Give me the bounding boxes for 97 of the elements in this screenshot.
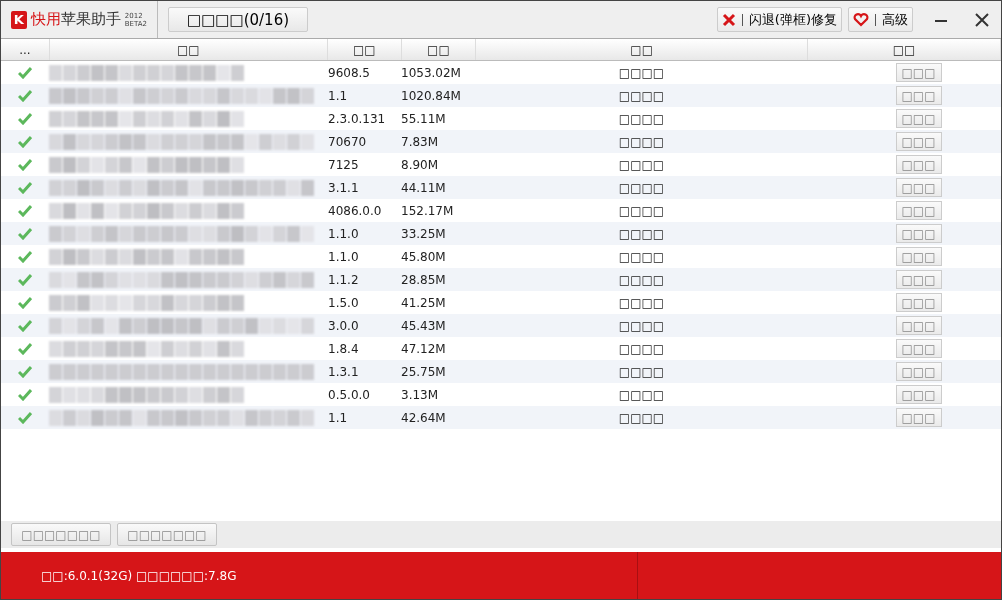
size-cell-text: 152.17M [401, 203, 455, 218]
size-cell-text: 3.13M [401, 387, 440, 402]
status-cell-text: □□□□ [617, 157, 666, 172]
check-icon[interactable] [18, 342, 32, 355]
repair-button[interactable]: 闪退(弹框)修复 [716, 7, 842, 32]
check-icon[interactable] [18, 89, 32, 102]
action-button[interactable]: □□□ [895, 109, 942, 128]
status-cell-text: □□□□ [617, 111, 666, 126]
check-icon[interactable] [18, 411, 32, 424]
action-button[interactable]: □□□ [895, 270, 942, 289]
action-button[interactable]: □□□ [895, 408, 942, 427]
action-button[interactable]: □□□ [895, 362, 942, 381]
size-cell-text: 41.25M [401, 295, 447, 310]
size-cell-text: 25.75M [401, 364, 447, 379]
column-header[interactable]: □□ [328, 39, 402, 60]
version-cell-text: 1.5.0 [328, 295, 360, 310]
status-cell-text: □□□□ [617, 249, 666, 264]
size-cell-text: 44.11M [401, 180, 447, 195]
size-cell-text: 47.12M [401, 341, 447, 356]
status-cell-text: □□□□ [617, 387, 666, 402]
version-cell-text: 1.1.2 [328, 272, 360, 287]
check-icon[interactable] [18, 112, 32, 125]
toolbar-button[interactable]: □□□□□□□ [11, 523, 111, 546]
check-icon[interactable] [18, 204, 32, 217]
version-cell-text: 1.1.0 [328, 249, 360, 264]
size-cell-text: 33.25M [401, 226, 447, 241]
version-cell-text: 1.1 [328, 88, 349, 103]
version-cell-text: 1.8.4 [328, 341, 360, 356]
version-cell-text: 3.1.1 [328, 180, 360, 195]
app-logo: K [11, 10, 27, 29]
check-icon[interactable] [18, 273, 32, 286]
check-icon[interactable] [18, 181, 32, 194]
column-header[interactable]: ... [1, 39, 50, 60]
column-header[interactable]: □□ [49, 39, 329, 60]
column-header[interactable]: □□ [401, 39, 477, 60]
size-cell-text: 1053.02M [401, 65, 462, 80]
size-cell-text: 45.80M [401, 249, 447, 264]
heart-icon [853, 12, 869, 27]
action-button[interactable]: □□□ [895, 385, 942, 404]
status-cell-text: □□□□ [617, 272, 666, 287]
size-cell-text: 45.43M [401, 318, 447, 333]
version-cell-text: 4086.0.0 [328, 203, 383, 218]
version-cell-text: 1.1 [328, 410, 349, 425]
action-button[interactable]: □□□ [895, 293, 942, 312]
advanced-button[interactable]: 高级 [848, 7, 913, 32]
column-header[interactable]: □□ [808, 39, 1001, 60]
status-cell-text: □□□□ [617, 318, 666, 333]
check-icon[interactable] [18, 296, 32, 309]
check-icon[interactable] [18, 365, 32, 378]
action-button[interactable]: □□□ [895, 201, 942, 220]
status-cell-text: □□□□ [617, 364, 666, 379]
action-button[interactable]: □□□ [895, 155, 942, 174]
size-cell-text: 55.11M [401, 111, 447, 126]
version-cell-text: 3.0.0 [328, 318, 360, 333]
action-button[interactable]: □□□ [895, 316, 942, 335]
version-cell-text: 9608.5 [328, 65, 371, 80]
status-cell-text: □□□□ [617, 410, 666, 425]
status-cell-text: □□□□ [617, 226, 666, 241]
action-button[interactable]: □□□ [895, 86, 942, 105]
action-button[interactable]: □□□ [895, 132, 942, 151]
check-icon[interactable] [18, 388, 32, 401]
action-button[interactable]: □□□ [895, 178, 942, 197]
check-icon[interactable] [18, 158, 32, 171]
close-icon[interactable] [974, 11, 990, 28]
version-cell-text: 70670 [328, 134, 368, 149]
status-cell-text: □□□□ [617, 65, 666, 80]
check-icon[interactable] [18, 227, 32, 240]
check-icon[interactable] [18, 66, 32, 79]
version-cell-text: 1.1.0 [328, 226, 360, 241]
check-icon[interactable] [18, 319, 32, 332]
version-cell-text: 0.5.0.0 [328, 387, 371, 402]
device-info: □□:6.0.1(32G) □□□□□□:7.8G [40, 568, 238, 583]
size-cell-text: 42.64M [401, 410, 447, 425]
toolbar-button[interactable]: □□□□□□□ [117, 523, 217, 546]
size-cell-text: 7.83M [401, 134, 440, 149]
action-button[interactable]: □□□ [895, 339, 942, 358]
version-cell-text: 7125 [328, 157, 360, 172]
action-button[interactable]: □□□ [895, 247, 942, 266]
action-button[interactable]: □□□ [895, 224, 942, 243]
status-cell-text: □□□□ [617, 295, 666, 310]
action-button[interactable]: □□□ [895, 63, 942, 82]
version-cell-text: 1.3.1 [328, 364, 360, 379]
tools-icon [721, 12, 736, 27]
status-cell-text: □□□□ [617, 180, 666, 195]
size-cell-text: 1020.84M [401, 88, 462, 103]
status-cell-text: □□□□ [617, 341, 666, 356]
column-header[interactable]: □□ [476, 39, 809, 60]
check-icon[interactable] [18, 135, 32, 148]
updates-tab[interactable]: □□□□(0/16) [168, 7, 308, 32]
version-cell-text: 2.3.0.131 [328, 111, 387, 126]
status-cell-text: □□□□ [617, 134, 666, 149]
size-cell-text: 28.85M [401, 272, 447, 287]
size-cell-text: 8.90M [401, 157, 440, 172]
check-icon[interactable] [18, 250, 32, 263]
app-name: 快用苹果助手 [30, 10, 121, 29]
status-cell-text: □□□□ [617, 203, 666, 218]
status-cell-text: □□□□ [617, 88, 666, 103]
